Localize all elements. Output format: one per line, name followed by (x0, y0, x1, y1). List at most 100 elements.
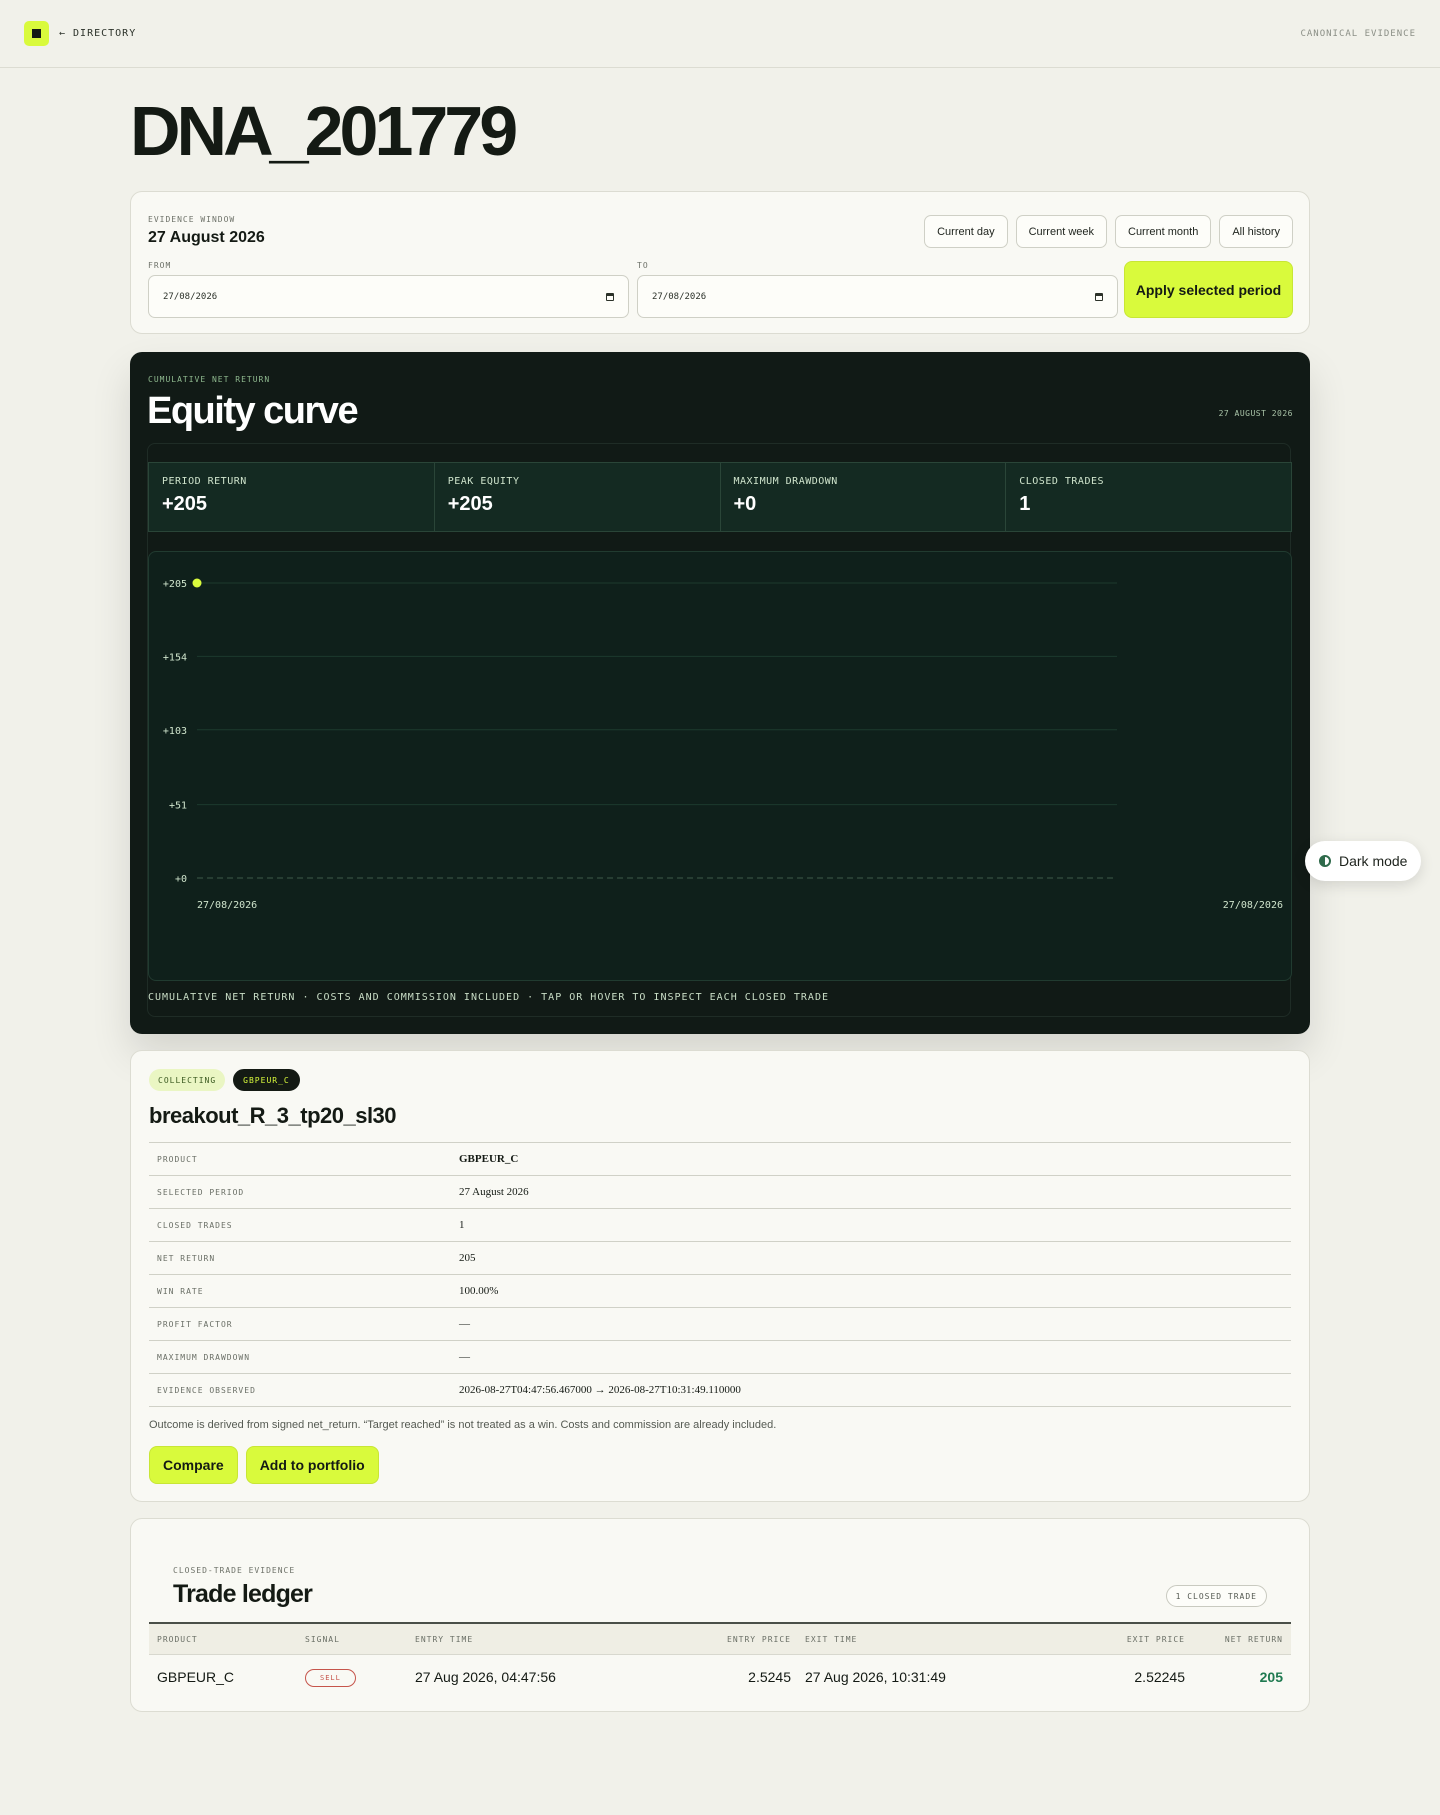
top-bar: ← DIRECTORY CANONICAL EVIDENCE (0, 0, 1440, 68)
evidence-window-card: EVIDENCE WINDOW 27 August 2026 Current d… (130, 191, 1310, 334)
apply-period-button[interactable]: Apply selected period (1124, 261, 1293, 318)
compare-button[interactable]: Compare (149, 1446, 238, 1484)
evidence-window-label: EVIDENCE WINDOW (148, 215, 236, 224)
equity-date: 27 AUGUST 2026 (1218, 409, 1293, 418)
stat-value: 1 (1019, 493, 1031, 515)
ledger-title: Trade ledger (173, 1580, 313, 1608)
to-date-input[interactable]: 27/08/2026 (637, 275, 1118, 318)
calendar-icon[interactable] (1095, 292, 1103, 301)
logo-icon[interactable] (24, 21, 49, 46)
ledger-eyebrow: CLOSED-TRADE EVIDENCE (173, 1566, 296, 1575)
detail-key: WIN RATE (157, 1286, 204, 1296)
product-badge: GBPEUR_C (233, 1069, 300, 1091)
to-label: TO (637, 261, 649, 270)
detail-row: SELECTED PERIOD 27 August 2026 (149, 1176, 1291, 1209)
detail-value: — (459, 1318, 470, 1330)
strategy-name: breakout_R_3_tp20_sl30 (149, 1103, 397, 1128)
from-date-input[interactable]: 27/08/2026 (148, 275, 629, 318)
strategy-badges: COLLECTING GBPEUR_C (149, 1069, 300, 1091)
trade-ledger-card: CLOSED-TRADE EVIDENCE Trade ledger 1 CLO… (130, 1518, 1310, 1712)
strategy-actions: Compare Add to portfolio (149, 1446, 379, 1484)
cell-product: GBPEUR_C (157, 1668, 235, 1685)
from-label: FROM (148, 261, 172, 270)
stat-closed-trades: CLOSED TRADES 1 (1006, 463, 1291, 531)
detail-key: EVIDENCE OBSERVED (157, 1385, 256, 1395)
all-history-button[interactable]: All history (1219, 215, 1293, 248)
canonical-evidence-label: CANONICAL EVIDENCE (1300, 29, 1416, 39)
detail-row: NET RETURN 205 (149, 1242, 1291, 1275)
detail-value: GBPEUR_C (459, 1153, 519, 1165)
from-date-value: 27/08/2026 (163, 291, 218, 302)
detail-value: 205 (459, 1252, 476, 1264)
period-quick-buttons: Current day Current week Current month A… (924, 215, 1293, 248)
equity-eyebrow: CUMULATIVE NET RETURN (148, 375, 271, 384)
stat-value: +0 (733, 493, 757, 515)
ledger-table: PRODUCT SIGNAL ENTRY TIME ENTRY PRICE EX… (149, 1622, 1291, 1698)
contrast-icon (1319, 855, 1331, 867)
stat-label: CLOSED TRADES (1019, 476, 1105, 487)
y-tick-label: +51 (169, 801, 187, 812)
y-tick-label: +0 (175, 874, 187, 885)
y-tick-label: +205 (163, 579, 187, 590)
current-month-button[interactable]: Current month (1115, 215, 1212, 248)
x-tick-label: 27/08/2026 (197, 900, 257, 911)
equity-chart[interactable]: +205 +154 +103 +51 +0 27/08/2026 27/08/2026 (148, 551, 1292, 981)
column-header: SIGNAL (305, 1634, 340, 1644)
page-title: DNA_201779 (130, 92, 518, 170)
column-header: NET RETURN (1224, 1634, 1283, 1644)
back-to-directory-link[interactable]: ← DIRECTORY (59, 28, 136, 39)
column-header: EXIT TIME (805, 1634, 858, 1644)
stat-value: +205 (162, 493, 208, 515)
closed-trade-count-badge: 1 CLOSED TRADE (1165, 1585, 1267, 1607)
cell-exit-price: 2.52245 (1134, 1668, 1185, 1685)
table-row[interactable]: GBPEUR_C SELL 27 Aug 2026, 04:47:56 2.52… (149, 1655, 1291, 1698)
stat-label: PERIOD RETURN (162, 476, 247, 487)
detail-key: MAXIMUM DRAWDOWN (157, 1352, 251, 1362)
detail-row: PRODUCT GBPEUR_C (149, 1143, 1291, 1176)
cell-signal: SELL (305, 1667, 415, 1687)
stat-label: MAXIMUM DRAWDOWN (733, 476, 838, 487)
add-to-portfolio-button[interactable]: Add to portfolio (245, 1446, 379, 1484)
detail-key: CLOSED TRADES (157, 1220, 233, 1230)
stat-label: PEAK EQUITY (447, 476, 520, 487)
detail-key: PROFIT FACTOR (157, 1319, 233, 1329)
detail-row: PROFIT FACTOR — (149, 1308, 1291, 1341)
column-header: ENTRY PRICE (727, 1634, 791, 1644)
calendar-icon[interactable] (606, 292, 614, 301)
equity-chart-svg[interactable]: +205 +154 +103 +51 +0 27/08/2026 27/08/2026 (149, 552, 1293, 982)
equity-title: Equity curve (147, 390, 359, 432)
detail-value: 2026-08-27T04:47:56.467000 → 2026-08-27T… (459, 1384, 741, 1396)
evidence-window-date: 27 August 2026 (148, 229, 265, 246)
detail-row: EVIDENCE OBSERVED 2026-08-27T04:47:56.467… (149, 1374, 1291, 1407)
cell-entry-time: 27 Aug 2026, 04:47:56 (415, 1668, 556, 1685)
detail-value: 100.00% (459, 1285, 499, 1297)
y-tick-label: +154 (163, 652, 187, 663)
sell-signal-badge: SELL (305, 1668, 356, 1687)
to-date-value: 27/08/2026 (652, 291, 707, 302)
equity-caption: CUMULATIVE NET RETURN · COSTS AND COMMIS… (148, 992, 829, 1003)
data-point (192, 578, 202, 588)
detail-row: MAXIMUM DRAWDOWN — (149, 1341, 1291, 1374)
stat-peak-equity: PEAK EQUITY +205 (435, 463, 721, 531)
column-header: ENTRY TIME (415, 1634, 474, 1644)
detail-row: CLOSED TRADES 1 (149, 1209, 1291, 1242)
dark-mode-toggle[interactable]: Dark mode (1305, 841, 1421, 881)
detail-key: NET RETURN (157, 1253, 216, 1263)
stat-value: +205 (447, 493, 493, 515)
current-week-button[interactable]: Current week (1015, 215, 1107, 248)
cell-net-return: 205 (1259, 1668, 1283, 1685)
detail-key: PRODUCT (157, 1154, 198, 1164)
detail-row: WIN RATE 100.00% (149, 1275, 1291, 1308)
cell-exit-time: 27 Aug 2026, 10:31:49 (805, 1668, 946, 1685)
strategy-details-table: PRODUCT GBPEUR_C SELECTED PERIOD 27 August… (149, 1142, 1291, 1407)
detail-value: 27 August 2026 (459, 1186, 529, 1198)
y-tick-label: +103 (163, 726, 187, 737)
detail-key: SELECTED PERIOD (157, 1187, 245, 1197)
equity-panel: PERIOD RETURN +205 PEAK EQUITY +205 MAXI… (147, 443, 1292, 1017)
column-header: EXIT PRICE (1126, 1634, 1185, 1644)
column-header: PRODUCT (157, 1634, 198, 1644)
current-day-button[interactable]: Current day (924, 215, 1008, 248)
equity-stats: PERIOD RETURN +205 PEAK EQUITY +205 MAXI… (148, 462, 1292, 532)
detail-value: — (459, 1351, 470, 1363)
status-badge: COLLECTING (149, 1069, 226, 1091)
